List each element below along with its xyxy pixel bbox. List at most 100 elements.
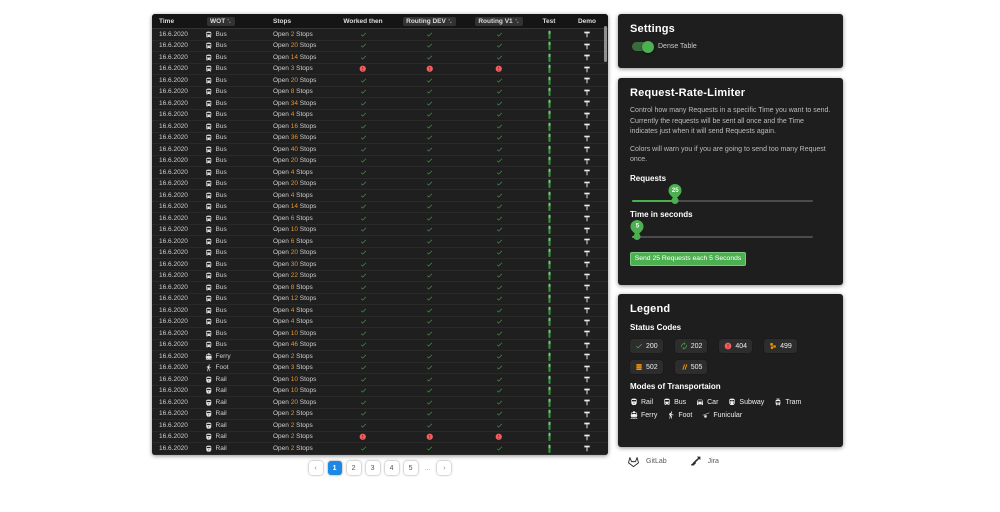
table-row[interactable]: 16.6.2020BusOpen 20 Stops (152, 41, 608, 53)
table-row[interactable]: 16.6.2020BusOpen 36 Stops (152, 133, 608, 145)
table-scrollbar[interactable] (604, 26, 607, 62)
row-time: 16.6.2020 (152, 123, 203, 130)
column-header-routing-dev[interactable]: Routing DEV (393, 17, 466, 26)
table-row[interactable]: 16.6.2020BusOpen 20 Stops (152, 248, 608, 260)
row-mode: Bus (203, 295, 265, 303)
table-row[interactable]: 16.6.2020FootOpen 3 Stops (152, 363, 608, 375)
table-row[interactable]: 16.6.2020BusOpen 8 Stops (152, 282, 608, 294)
check-icon (426, 399, 433, 406)
sort-button-routing-v1[interactable]: Routing V1 (475, 17, 522, 26)
pagination-page-1[interactable]: 1 (328, 461, 342, 475)
table-row[interactable]: 16.6.2020BusOpen 40 Stops (152, 144, 608, 156)
table-row[interactable]: 16.6.2020BusOpen 12 Stops (152, 294, 608, 306)
pagination-page-2[interactable]: 2 (347, 461, 361, 475)
requests-slider-thumb[interactable] (672, 197, 679, 204)
table-row[interactable]: 16.6.2020BusOpen 34 Stops (152, 98, 608, 110)
row-status (333, 180, 393, 187)
hammer-icon (583, 226, 591, 234)
table-row[interactable]: 16.6.2020BusOpen 4 Stops (152, 110, 608, 122)
check-icon (496, 77, 503, 84)
pagination-prev-button[interactable]: ‹ (309, 461, 323, 475)
pagination-page-5[interactable]: 5 (404, 461, 418, 475)
table-row[interactable]: 16.6.2020RailOpen 2 Stops (152, 432, 608, 444)
row-status (466, 226, 532, 233)
row-status (393, 54, 466, 61)
dense-table-toggle[interactable] (632, 42, 652, 51)
link-gitlab[interactable]: GitLab (627, 455, 667, 468)
table-row[interactable]: 16.6.2020BusOpen 22 Stops (152, 271, 608, 283)
error-icon (359, 65, 367, 73)
table-row[interactable]: 16.6.2020RailOpen 2 Stops (152, 455, 608, 456)
table-row[interactable]: 16.6.2020BusOpen 2 Stops (152, 29, 608, 41)
table-row[interactable]: 16.6.2020BusOpen 20 Stops (152, 75, 608, 87)
table-row[interactable]: 16.6.2020RailOpen 2 Stops (152, 420, 608, 432)
row-status (333, 387, 393, 394)
test-tube-icon (547, 133, 552, 143)
table-row[interactable]: 16.6.2020BusOpen 4 Stops (152, 317, 608, 329)
table-row[interactable]: 16.6.2020BusOpen 10 Stops (152, 225, 608, 237)
requests-slider[interactable]: 25 (632, 200, 813, 202)
table-row[interactable]: 16.6.2020BusOpen 6 Stops (152, 213, 608, 225)
table-row[interactable]: 16.6.2020BusOpen 30 Stops (152, 259, 608, 271)
slashes-icon (680, 363, 688, 371)
check-icon (496, 146, 503, 153)
table-row[interactable]: 16.6.2020RailOpen 10 Stops (152, 374, 608, 386)
sort-button-wot[interactable]: WOT (207, 17, 235, 26)
row-mode: Bus (203, 123, 265, 131)
row-test (532, 30, 566, 40)
check-icon (426, 422, 433, 429)
table-row[interactable]: 16.6.2020RailOpen 2 Stops (152, 443, 608, 455)
test-tube-icon (547, 352, 552, 362)
column-header-routing-v1[interactable]: Routing V1 (466, 17, 532, 26)
table-row[interactable]: 16.6.2020BusOpen 4 Stops (152, 190, 608, 202)
row-status (466, 410, 532, 417)
test-tube-icon (547, 76, 552, 86)
link-jira[interactable]: Jira (689, 455, 719, 468)
row-time: 16.6.2020 (152, 410, 203, 417)
pagination-page-3[interactable]: 3 (366, 461, 380, 475)
table-row[interactable]: 16.6.2020BusOpen 14 Stops (152, 202, 608, 214)
table-row[interactable]: 16.6.2020RailOpen 10 Stops (152, 386, 608, 398)
check-icon (360, 88, 367, 95)
row-test (532, 340, 566, 350)
table-row[interactable]: 16.6.2020BusOpen 4 Stops (152, 305, 608, 317)
requests-slider-fill (632, 200, 675, 202)
check-icon (496, 353, 503, 360)
table-row[interactable]: 16.6.2020RailOpen 20 Stops (152, 397, 608, 409)
pagination-ellipsis: ... (423, 465, 433, 472)
hammer-icon (583, 283, 591, 291)
table-row[interactable]: 16.6.2020FerryOpen 2 Stops (152, 351, 608, 363)
table-row[interactable]: 16.6.2020BusOpen 46 Stops (152, 340, 608, 352)
row-status (333, 192, 393, 199)
row-time: 16.6.2020 (152, 272, 203, 279)
pagination-next-button[interactable]: › (437, 461, 451, 475)
check-icon (426, 272, 433, 279)
table-row[interactable]: 16.6.2020BusOpen 20 Stops (152, 156, 608, 168)
bus-icon (205, 146, 213, 154)
table-row[interactable]: 16.6.2020BusOpen 4 Stops (152, 167, 608, 179)
row-status (333, 364, 393, 371)
table-row[interactable]: 16.6.2020BusOpen 20 Stops (152, 179, 608, 191)
table-row[interactable]: 16.6.2020BusOpen 8 Stops (152, 87, 608, 99)
table-row[interactable]: 16.6.2020BusOpen 16 Stops (152, 121, 608, 133)
test-tube-icon (547, 329, 552, 339)
column-header-wot[interactable]: WOT (203, 17, 265, 26)
check-icon (426, 387, 433, 394)
row-stops: Open 14 Stops (265, 203, 333, 210)
table-row[interactable]: 16.6.2020BusOpen 3 Stops (152, 64, 608, 76)
row-demo (566, 283, 608, 291)
time-slider[interactable]: 5 (632, 236, 813, 238)
pagination-page-4[interactable]: 4 (385, 461, 399, 475)
table-row[interactable]: 16.6.2020BusOpen 6 Stops (152, 236, 608, 248)
row-mode: Bus (203, 203, 265, 211)
table-row[interactable]: 16.6.2020RailOpen 2 Stops (152, 409, 608, 421)
table-row[interactable]: 16.6.2020BusOpen 14 Stops (152, 52, 608, 64)
time-slider-thumb[interactable] (634, 233, 641, 240)
row-demo (566, 375, 608, 383)
table-row[interactable]: 16.6.2020BusOpen 10 Stops (152, 328, 608, 340)
hammer-icon (583, 88, 591, 96)
row-demo (566, 214, 608, 222)
row-status (466, 157, 532, 164)
send-requests-button[interactable]: Send 25 Requests each 5 Seconds (630, 252, 746, 266)
sort-button-routing-dev[interactable]: Routing DEV (403, 17, 456, 26)
